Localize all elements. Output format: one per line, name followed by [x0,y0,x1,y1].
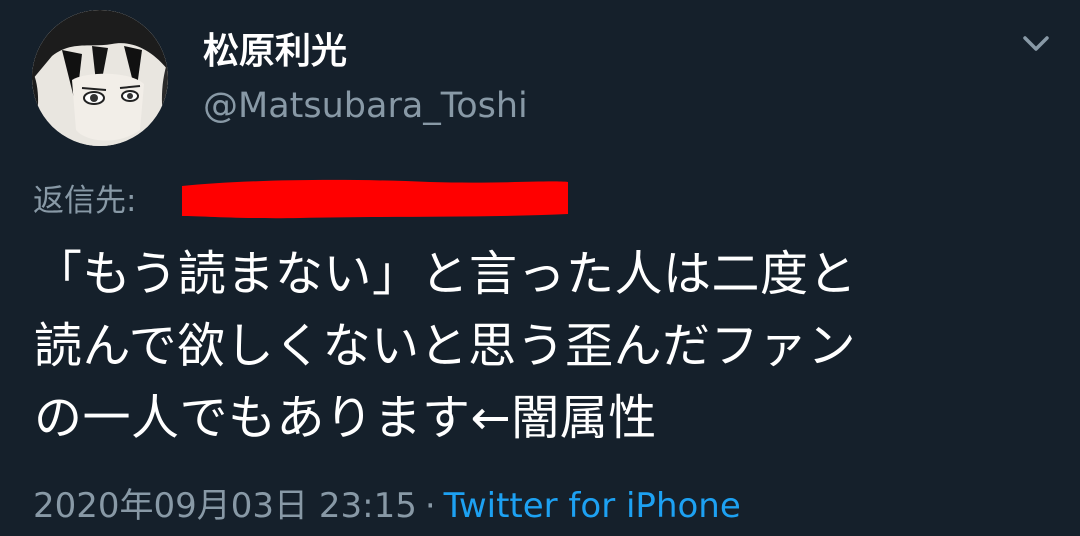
avatar-image [32,10,168,146]
reply-label: 返信先: [33,183,137,219]
timestamp[interactable]: 2020年09月03日 23:15 [33,486,417,526]
display-name[interactable]: 松原利光 [203,22,347,74]
source-link[interactable]: Twitter for iPhone [444,486,741,526]
tweet-meta: 2020年09月03日 23:15 · Twitter for iPhone [33,478,741,527]
chevron-down-icon[interactable] [1019,30,1053,56]
tweet-text: 「もう読まない」と言った人は二度と 読んで欲しくないと思う歪んだファン の一人で… [34,246,858,446]
user-handle[interactable]: @Matsubara_Toshi [203,86,528,126]
meta-separator: · [424,486,436,526]
avatar[interactable] [32,10,168,146]
reply-target-link[interactable]: さん [180,176,570,220]
redaction-mark [182,179,568,219]
tweet-card: 松原利光 @Matsubara_Toshi 返信先: さん 「もう読まない」と言… [0,0,1080,536]
